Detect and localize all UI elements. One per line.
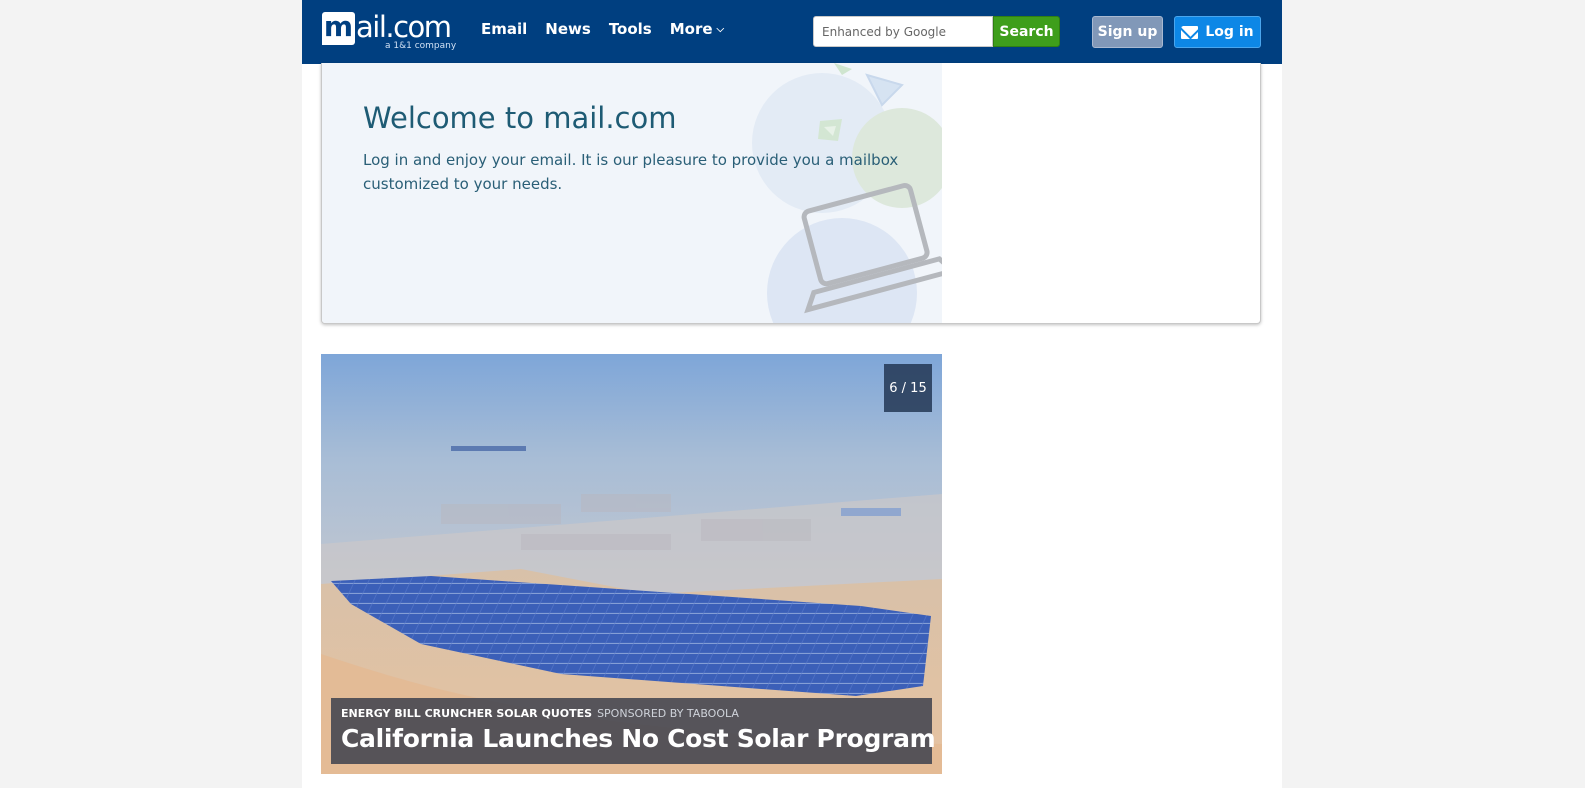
welcome-card: Welcome to mail.com Log in and enjoy you… (321, 63, 1261, 324)
nav-email[interactable]: Email (481, 20, 527, 38)
sponsored-article-card[interactable]: 6 / 15 ENERGY BILL CRUNCHER SOLAR QUOTES… (321, 354, 942, 774)
search-input[interactable] (813, 16, 993, 47)
welcome-title: Welcome to mail.com (363, 101, 677, 135)
nav-email-label: Email (481, 20, 528, 38)
welcome-panel: Welcome to mail.com Log in and enjoy you… (322, 63, 942, 323)
mailcom-logo[interactable]: m ail.com a 1&1 company (322, 10, 456, 51)
welcome-text: Log in and enjoy your email. It is our p… (363, 151, 899, 193)
logo-mark: m (322, 10, 355, 45)
sign-up-button[interactable]: Sign up (1092, 16, 1163, 48)
search-button[interactable]: Search (993, 16, 1060, 47)
main-nav: Email News Tools More ⌵ (481, 20, 742, 38)
envelope-icon (1181, 25, 1199, 39)
slide-counter: 6 / 15 (884, 364, 932, 412)
article-title[interactable]: California Launches No Cost Solar Progra… (341, 724, 936, 753)
nav-news-label: News (545, 20, 591, 38)
nav-news[interactable]: News (545, 20, 591, 38)
nav-tools[interactable]: Tools (609, 20, 652, 38)
log-in-button[interactable]: Log in (1174, 16, 1261, 48)
article-caption: ENERGY BILL CRUNCHER SOLAR QUOTES SPONSOR… (331, 698, 936, 764)
search-bar: Search (813, 16, 1060, 47)
logo-text: ail.com (356, 10, 452, 44)
nav-more-label: More (669, 20, 713, 38)
chevron-down-icon: ⌵ (716, 23, 725, 35)
sponsored-label: SPONSORED BY TABOOLA (597, 707, 739, 720)
article-source: ENERGY BILL CRUNCHER SOLAR QUOTES (341, 707, 593, 720)
logo-subtitle: a 1&1 company (385, 41, 457, 51)
nav-more[interactable]: More ⌵ (670, 20, 724, 38)
nav-tools-label: Tools (608, 20, 652, 38)
log-in-label: Log in (1205, 24, 1254, 40)
top-header: m ail.com a 1&1 company Email News Tools … (302, 0, 1282, 64)
caption-meta: ENERGY BILL CRUNCHER SOLAR QUOTES SPONSOR… (341, 707, 922, 720)
